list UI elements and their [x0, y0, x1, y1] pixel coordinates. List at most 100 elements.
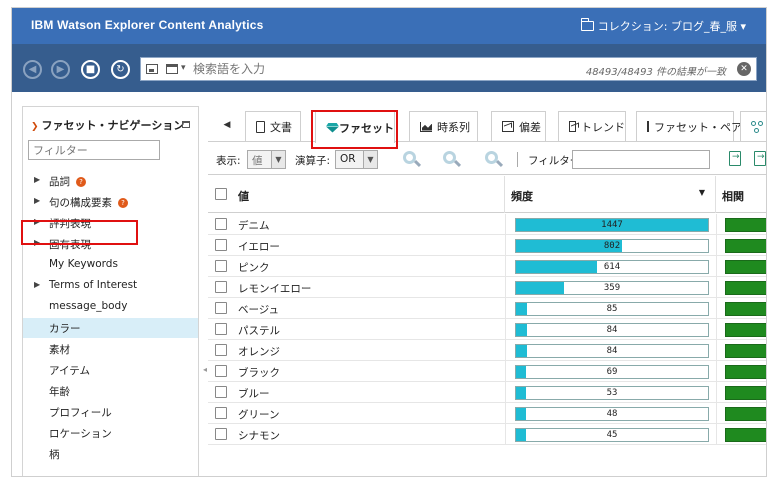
clear-search-icon[interactable]: ✕	[737, 62, 751, 76]
table-row[interactable]: オレンジ 84	[208, 340, 766, 361]
collection-icon[interactable]	[166, 64, 178, 74]
collection-selector[interactable]: コレクション: ブログ_春_服 ▾	[580, 18, 746, 34]
correlation-bar	[725, 302, 766, 316]
facet-value[interactable]: オレンジ	[238, 344, 280, 359]
facet-value-filter-input[interactable]	[572, 150, 710, 169]
table-row[interactable]: ブラック 69	[208, 361, 766, 382]
facet-value[interactable]: レモンイエロー	[238, 281, 311, 296]
facet-tree-item[interactable]: ロケーション	[23, 423, 198, 443]
facet-tree-item[interactable]: 年齢	[23, 381, 198, 401]
facet-value[interactable]: ベージュ	[238, 302, 279, 317]
facet-tree-item[interactable]: ▶ 品詞?	[23, 171, 198, 191]
facet-tree-item[interactable]: ▶ 句の構成要素?	[23, 192, 198, 212]
facet-tree-item[interactable]: 柄	[23, 444, 198, 464]
row-checkbox[interactable]	[215, 365, 227, 377]
export-all-icon[interactable]	[754, 151, 766, 166]
display-select[interactable]: 値 ▼	[247, 150, 286, 169]
column-header-value[interactable]: 値	[232, 176, 505, 213]
search-input[interactable]	[193, 60, 523, 78]
facet-tree-item-label: 句の構成要素?	[49, 195, 128, 210]
expand-arrow-icon[interactable]: ▶	[34, 175, 40, 184]
row-checkbox[interactable]	[215, 239, 227, 251]
grid-icon	[647, 121, 649, 132]
facet-tree-item-label: message_body	[49, 300, 128, 312]
table-row[interactable]: レモンイエロー 359	[208, 277, 766, 298]
row-checkbox[interactable]	[215, 428, 227, 440]
expand-arrow-icon[interactable]: ▶	[34, 196, 40, 205]
tab-trend[interactable]: トレンド	[558, 111, 626, 141]
search-exclude-icon[interactable]	[483, 149, 504, 169]
row-checkbox[interactable]	[215, 344, 227, 356]
minimize-icon[interactable]	[182, 121, 190, 128]
select-all-checkbox[interactable]	[215, 188, 227, 200]
row-checkbox[interactable]	[215, 386, 227, 398]
facet-navigation-title[interactable]: ❯ ファセット・ナビゲーション	[31, 117, 184, 133]
tab-connections[interactable]: コ	[740, 111, 766, 141]
facet-value[interactable]: ピンク	[238, 260, 270, 275]
refresh-icon[interactable]: ↻	[111, 60, 130, 79]
tab-deviation[interactable]: 偏差	[491, 111, 546, 141]
facet-value[interactable]: グリーン	[238, 407, 279, 422]
back-icon[interactable]: ◀	[23, 60, 42, 79]
app-title: IBM Watson Explorer Content Analytics	[31, 18, 264, 32]
chevron-down-icon[interactable]: ▾	[181, 63, 186, 73]
folder-icon	[580, 18, 594, 31]
table-row[interactable]: デニム 1447	[208, 214, 766, 235]
forward-icon[interactable]: ▶	[51, 60, 70, 79]
frequency-count: 1447	[601, 220, 623, 230]
facet-value[interactable]: デニム	[238, 218, 270, 233]
row-checkbox[interactable]	[215, 323, 227, 335]
search-subset-icon[interactable]	[401, 149, 422, 169]
facet-tree-item-label: 素材	[49, 344, 70, 356]
table-row[interactable]: パステル 84	[208, 319, 766, 340]
row-checkbox[interactable]	[215, 218, 227, 230]
tab-scroll-left-icon[interactable]: ◀	[213, 110, 241, 141]
export-icon[interactable]	[729, 151, 741, 166]
tab-documents[interactable]: 文書	[245, 111, 301, 141]
facet-tree-item[interactable]: プロフィール	[23, 402, 198, 422]
tab-deviation-label: 偏差	[519, 120, 541, 134]
table-row[interactable]: ピンク 614	[208, 256, 766, 277]
row-checkbox[interactable]	[215, 407, 227, 419]
correlation-bar	[725, 323, 766, 337]
row-checkbox[interactable]	[215, 260, 227, 272]
column-header-frequency[interactable]: 頻度 ▼	[505, 176, 716, 213]
chevron-down-icon: ▼	[271, 151, 285, 168]
table-row[interactable]: シナモン 45	[208, 424, 766, 445]
highlight-box-facet-tab	[311, 110, 398, 149]
facet-tree-item-label: Terms of Interest	[49, 279, 138, 291]
facet-value[interactable]: ブラック	[238, 365, 280, 380]
tab-time-series[interactable]: 時系列	[409, 111, 478, 141]
search-refine-icon[interactable]	[441, 149, 462, 169]
frequency-count: 48	[606, 409, 618, 419]
facet-tree-item[interactable]: 素材	[23, 339, 198, 359]
facet-value[interactable]: ブルー	[238, 386, 270, 401]
facet-tree-item[interactable]: ▶ Terms of Interest	[23, 276, 198, 296]
help-icon[interactable]: ?	[76, 177, 86, 187]
facet-tree-item[interactable]: アイテム	[23, 360, 198, 380]
frequency-bar: 359	[515, 281, 709, 295]
tab-facet-pairs[interactable]: ファセット・ペア	[636, 111, 742, 141]
facet-value[interactable]: シナモン	[238, 428, 280, 443]
table-row[interactable]: ベージュ 85	[208, 298, 766, 319]
table-row[interactable]: グリーン 48	[208, 403, 766, 424]
row-checkbox[interactable]	[215, 281, 227, 293]
home-icon[interactable]: ■	[81, 60, 100, 79]
facet-value[interactable]: パステル	[238, 323, 280, 338]
image-icon[interactable]	[146, 64, 158, 74]
table-row[interactable]: イエロー 802	[208, 235, 766, 256]
facet-filter-input[interactable]	[28, 140, 160, 160]
expand-arrow-icon[interactable]: ▶	[34, 280, 40, 289]
operator-select[interactable]: OR ▼	[335, 150, 378, 169]
facet-tree-item[interactable]: message_body	[23, 297, 198, 317]
help-icon[interactable]: ?	[118, 198, 128, 208]
row-checkbox[interactable]	[215, 302, 227, 314]
column-header-correlation[interactable]: 相関	[716, 176, 766, 213]
facet-value[interactable]: イエロー	[238, 239, 280, 254]
facet-tree-item[interactable]: My Keywords	[23, 255, 198, 275]
collapse-arrow-icon[interactable]: ◂	[203, 365, 207, 374]
table-row[interactable]: ブルー 53	[208, 382, 766, 403]
facet-tree-item[interactable]: カラー	[23, 318, 198, 338]
correlation-bar	[725, 239, 766, 253]
facet-tree-item-label: 年齢	[49, 386, 70, 398]
